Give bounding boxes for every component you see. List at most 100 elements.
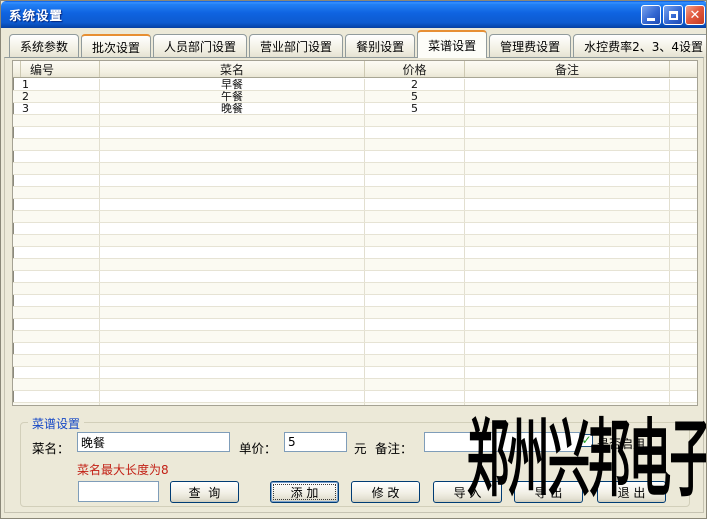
table-cell	[670, 271, 697, 282]
table-cell	[670, 175, 697, 186]
column-header: 编号	[21, 61, 100, 77]
enable-checkbox-label: 是否启用	[597, 435, 645, 452]
dish-name-input[interactable]	[77, 432, 230, 452]
table-empty-row	[13, 391, 697, 403]
close-icon: ✕	[690, 9, 701, 22]
table-cell	[670, 367, 697, 378]
table-empty-row	[13, 307, 697, 319]
maximize-button[interactable]	[663, 5, 683, 25]
table-empty-row	[13, 343, 697, 355]
tab-personnel-dept[interactable]: 人员部门设置	[153, 34, 247, 58]
table-cell	[670, 115, 697, 126]
table-cell	[465, 115, 670, 126]
tab-water-rate[interactable]: 水控费率2、3、4设置	[573, 34, 707, 58]
table-cell	[365, 139, 465, 150]
table-empty-row	[13, 403, 697, 405]
table-cell	[465, 343, 670, 354]
table-cell: 午餐	[100, 91, 365, 102]
table-cell	[13, 247, 100, 258]
table-cell	[13, 343, 100, 354]
table-cell	[365, 211, 465, 222]
tab-system-params[interactable]: 系统参数	[9, 34, 79, 58]
table-cell	[465, 127, 670, 138]
table-cell	[365, 163, 465, 174]
unit-price-input[interactable]	[284, 432, 347, 452]
table-cell: 2	[13, 91, 100, 102]
table-cell	[13, 391, 100, 402]
table-row[interactable]: 2午餐5	[13, 91, 697, 103]
table-cell	[465, 391, 670, 402]
table-cell	[670, 223, 697, 234]
table-cell	[465, 403, 670, 405]
table-cell	[670, 91, 697, 102]
query-button[interactable]: 查 询	[170, 481, 239, 503]
table-cell	[465, 187, 670, 198]
titlebar[interactable]: 系统设置 ✕	[1, 1, 707, 28]
table-cell	[13, 295, 100, 306]
table-empty-row	[13, 151, 697, 163]
table-cell: 早餐	[100, 79, 365, 90]
export-button[interactable]: 导 出	[514, 481, 583, 503]
table-cell	[365, 199, 465, 210]
tab-batch-settings[interactable]: 批次设置	[81, 34, 151, 58]
table-cell	[670, 259, 697, 270]
table-cell	[13, 127, 100, 138]
table-cell	[13, 379, 100, 390]
table-cell	[465, 247, 670, 258]
tab-meal-type[interactable]: 餐别设置	[345, 34, 415, 58]
table-body: 1早餐22午餐53晚餐5	[13, 79, 697, 405]
max-length-hint: 菜名最大长度为8	[77, 461, 169, 478]
add-button[interactable]: 添 加	[270, 481, 339, 503]
table-cell	[670, 127, 697, 138]
table-cell	[100, 319, 365, 330]
tab-mgmt-fee[interactable]: 管理费设置	[489, 34, 571, 58]
table-cell	[13, 211, 100, 222]
table-empty-row	[13, 175, 697, 187]
tab-business-dept[interactable]: 营业部门设置	[249, 34, 343, 58]
table-cell: 晚餐	[100, 103, 365, 114]
table-cell	[465, 103, 670, 114]
table-cell	[100, 307, 365, 318]
import-button[interactable]: 导 入	[433, 481, 502, 503]
table-row[interactable]: 3晚餐5	[13, 103, 697, 115]
note-input[interactable]	[424, 432, 580, 452]
exit-button[interactable]: 退 出	[597, 481, 666, 503]
tab-menu-settings[interactable]: 菜谱设置	[417, 30, 487, 58]
table-cell: 5	[365, 103, 465, 114]
table-cell	[100, 343, 365, 354]
table-cell	[365, 391, 465, 402]
table-cell	[365, 151, 465, 162]
minimize-button[interactable]	[641, 5, 661, 25]
table-cell	[465, 355, 670, 366]
table-cell	[100, 367, 365, 378]
table-cell	[100, 235, 365, 246]
table-cell	[670, 319, 697, 330]
table-cell	[465, 271, 670, 282]
table-cell	[365, 331, 465, 342]
table-cell	[100, 283, 365, 294]
table-cell	[100, 271, 365, 282]
modify-button[interactable]: 修 改	[351, 481, 420, 503]
table-cell	[365, 187, 465, 198]
column-header: 价格	[365, 61, 465, 77]
table-row[interactable]: 1早餐2	[13, 79, 697, 91]
table-empty-row	[13, 211, 697, 223]
search-input[interactable]	[78, 481, 159, 502]
table-empty-row	[13, 271, 697, 283]
table-empty-row	[13, 295, 697, 307]
table-cell	[670, 103, 697, 114]
table-cell	[465, 79, 670, 90]
table-cell	[100, 331, 365, 342]
table-cell	[465, 199, 670, 210]
check-icon: ✓	[581, 434, 591, 446]
close-button[interactable]: ✕	[685, 5, 705, 25]
table-cell	[100, 295, 365, 306]
menu-table: 编号菜名价格备注 1早餐22午餐53晚餐5	[12, 60, 698, 406]
table-cell	[365, 259, 465, 270]
table-cell	[465, 163, 670, 174]
table-cell	[465, 259, 670, 270]
table-cell	[465, 211, 670, 222]
table-cell	[465, 379, 670, 390]
enable-checkbox[interactable]: ✓	[580, 434, 593, 447]
table-empty-row	[13, 247, 697, 259]
